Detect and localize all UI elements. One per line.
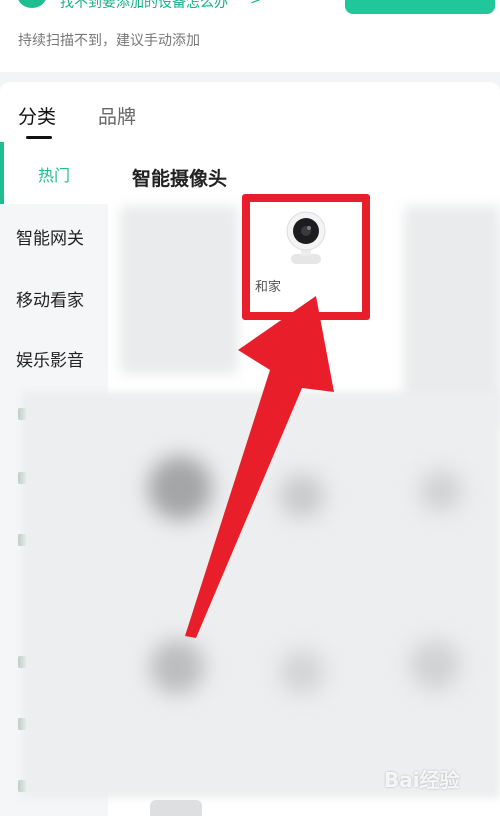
manual-add-button[interactable]: [345, 0, 495, 14]
tab-category[interactable]: 分类: [18, 102, 56, 129]
tab-brand[interactable]: 品牌: [98, 102, 136, 129]
sidebar-item-smart-gateway[interactable]: 智能网关: [16, 224, 124, 249]
product-image-obscured: [280, 474, 324, 518]
active-tab-indicator: [26, 136, 52, 139]
scan-status-icon: [18, 0, 46, 8]
product-image-obscured: [148, 456, 212, 520]
product-tile-obscured[interactable]: [120, 206, 238, 374]
product-image-obscured: [410, 640, 460, 690]
blurred-product-area: [22, 392, 500, 798]
baidu-watermark: Bai经验: [384, 768, 460, 792]
scan-hint-text: 持续扫描不到，建议手动添加: [18, 33, 200, 49]
product-image-obscured: [420, 470, 462, 512]
chevron-right-icon: >: [250, 0, 262, 8]
product-image-obscured: [150, 640, 204, 694]
sidebar-item-hot[interactable]: 热门: [0, 162, 108, 186]
device-not-found-link[interactable]: 找不到要添加的设备怎么办: [60, 0, 228, 12]
category-tabbar: 分类 品牌: [0, 82, 500, 142]
sidebar-item-home-security[interactable]: 移动看家: [16, 286, 124, 311]
sidebar-item-entertainment[interactable]: 娱乐影音: [16, 346, 124, 371]
scan-status-card: 找不到要添加的设备怎么办 > 持续扫描不到，建议手动添加: [0, 0, 500, 72]
product-image-partial: [150, 800, 202, 816]
section-title: 智能摄像头: [132, 168, 228, 190]
product-image-obscured: [280, 650, 324, 694]
highlight-box: [242, 194, 370, 320]
